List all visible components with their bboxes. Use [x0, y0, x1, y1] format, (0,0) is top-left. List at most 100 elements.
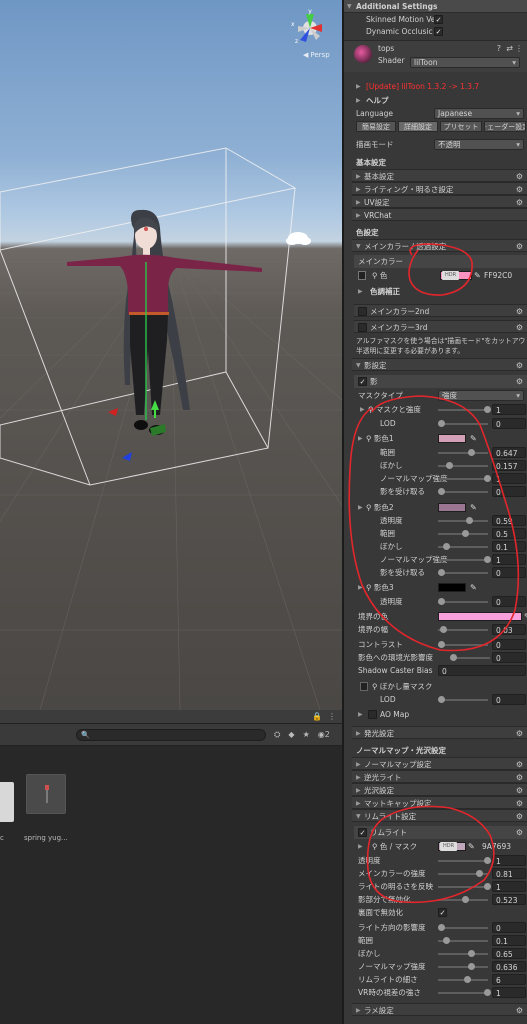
- section-normal-map[interactable]: ▶ ノーマルマップ設定 ⚙: [352, 757, 527, 770]
- help-icon[interactable]: ?: [497, 42, 501, 55]
- rim-thickness-field[interactable]: 6: [492, 974, 526, 985]
- menu-icon[interactable]: ⋮: [328, 712, 336, 721]
- section-main-color[interactable]: ▼ メインカラー / 透過設定 ⚙: [352, 239, 527, 252]
- shadow3-swatch[interactable]: [438, 583, 466, 592]
- additional-settings-header[interactable]: ▼ Additional Settings: [344, 0, 527, 13]
- orientation-gizmo[interactable]: y x z: [286, 6, 334, 54]
- rim-light-bright-slider[interactable]: [438, 883, 491, 890]
- border-width-slider[interactable]: [438, 626, 488, 633]
- env-shadow-field[interactable]: 0: [492, 652, 526, 663]
- shadow-checkbox[interactable]: ✓: [358, 377, 367, 386]
- color-correction-row[interactable]: ▶ 色調補正: [354, 285, 527, 298]
- gear-icon[interactable]: ⚙: [516, 240, 523, 253]
- receive1-slider[interactable]: [438, 488, 488, 495]
- mask-type-dropdown[interactable]: 強度: [438, 390, 524, 401]
- caster-bias-field[interactable]: 0: [438, 665, 526, 676]
- rim-light-dir-field[interactable]: 0: [492, 922, 526, 933]
- gear-icon[interactable]: ⚙: [516, 727, 523, 740]
- rim-range-slider[interactable]: [438, 937, 488, 944]
- shadow1-swatch[interactable]: [438, 434, 466, 443]
- eyedropper-icon[interactable]: ✎: [470, 581, 477, 594]
- eyedropper-icon[interactable]: ✎: [470, 501, 477, 514]
- section-shadow[interactable]: ▼ 影設定 ⚙: [352, 358, 527, 371]
- opacity2-field[interactable]: 0.59: [492, 515, 526, 526]
- asset-thumbnail-white[interactable]: [0, 782, 14, 822]
- opacity3-field[interactable]: 0: [492, 596, 526, 607]
- skinned-motion-checkbox[interactable]: ✓: [434, 15, 443, 24]
- normal2-slider[interactable]: [438, 556, 491, 563]
- ao-map-row[interactable]: ▶ AO Map: [354, 708, 527, 721]
- range1-slider[interactable]: [438, 449, 488, 456]
- rim-blur-slider[interactable]: [438, 950, 488, 957]
- mask-strength-field[interactable]: 1: [492, 404, 526, 415]
- border-width-field[interactable]: 0.03: [492, 624, 526, 635]
- rim-shadow-disable-field[interactable]: 0.523: [492, 894, 526, 905]
- dynamic-occlusion-checkbox[interactable]: ✓: [434, 27, 443, 36]
- rim-main-strength-slider[interactable]: [438, 870, 488, 877]
- section-glitter[interactable]: ▶ ラメ設定 ⚙: [352, 1003, 527, 1016]
- section-basic[interactable]: ▶ 基本設定 ⚙: [352, 169, 527, 182]
- opacity2-slider[interactable]: [438, 517, 488, 524]
- blur-lod-slider[interactable]: [438, 696, 488, 703]
- border-color-swatch[interactable]: [438, 612, 522, 621]
- rim-vr-field[interactable]: 1: [492, 987, 526, 998]
- rim-light-bright-field[interactable]: 1: [492, 881, 526, 892]
- gear-icon[interactable]: ⚙: [516, 1004, 523, 1017]
- filter-type-icon[interactable]: ⛭: [274, 730, 280, 740]
- gear-icon[interactable]: ⚙: [516, 810, 523, 823]
- render-mode-dropdown[interactable]: 不透明: [434, 139, 524, 150]
- normal1-field[interactable]: 1: [492, 473, 526, 484]
- more-icon[interactable]: ⋮: [515, 42, 523, 55]
- gear-icon[interactable]: ⚙: [516, 305, 523, 318]
- normal2-field[interactable]: 1: [492, 554, 526, 565]
- rim-main-strength-field[interactable]: 0.81: [492, 868, 526, 879]
- persp-label[interactable]: ◀ Persp: [303, 51, 330, 59]
- main-2nd-checkbox[interactable]: [358, 307, 367, 316]
- rim-shadow-disable-slider[interactable]: [438, 896, 488, 903]
- lock-icon[interactable]: 🔒: [312, 712, 322, 721]
- asset-thumbnail-spring[interactable]: [26, 774, 66, 814]
- receive2-field[interactable]: 0: [492, 567, 526, 578]
- language-dropdown[interactable]: Japanese: [434, 108, 524, 119]
- rim-thickness-slider[interactable]: [438, 976, 488, 983]
- section-backlight[interactable]: ▶ 逆光ライト ⚙: [352, 770, 527, 783]
- rim-vr-slider[interactable]: [438, 989, 491, 996]
- eyedropper-icon[interactable]: ✎: [468, 840, 475, 853]
- lod-field[interactable]: 0: [492, 418, 526, 429]
- tab-advanced[interactable]: 詳細設定: [398, 121, 438, 132]
- contrast-field[interactable]: 0: [492, 639, 526, 650]
- blur-lod-field[interactable]: 0: [492, 694, 526, 705]
- contrast-slider[interactable]: [438, 641, 488, 648]
- shadow2-swatch[interactable]: [438, 503, 466, 512]
- receive1-field[interactable]: 0: [492, 486, 526, 497]
- rim-opacity-slider[interactable]: [438, 857, 491, 864]
- eyedropper-icon[interactable]: ✎: [474, 269, 481, 282]
- range2-field[interactable]: 0.5: [492, 528, 526, 539]
- update-row[interactable]: ▶ [Update] lilToon 1.3.2 -> 1.3.7: [344, 80, 527, 93]
- main-3rd-checkbox[interactable]: [358, 323, 367, 332]
- tab-presets[interactable]: プリセット: [440, 121, 482, 132]
- ao-map-checkbox[interactable]: [368, 710, 377, 719]
- gear-icon[interactable]: ⚙: [516, 359, 523, 372]
- section-main-3rd[interactable]: メインカラー3rd ⚙: [354, 320, 527, 333]
- section-gloss[interactable]: ▶ 光沢設定 ⚙: [352, 783, 527, 796]
- eyedropper-icon[interactable]: ✎: [470, 432, 477, 445]
- range1-field[interactable]: 0.647: [492, 447, 526, 458]
- eye-icon[interactable]: ◉2: [318, 730, 330, 739]
- search-input[interactable]: 🔍: [76, 728, 266, 741]
- rim-blur-field[interactable]: 0.65: [492, 948, 526, 959]
- rim-range-field[interactable]: 0.1: [492, 935, 526, 946]
- gear-icon[interactable]: ⚙: [516, 375, 523, 388]
- preset-icon[interactable]: ⇄: [506, 42, 513, 55]
- env-shadow-slider[interactable]: [450, 654, 490, 661]
- normal1-slider[interactable]: [438, 475, 491, 482]
- scene-view[interactable]: y x z ◀ Persp: [0, 0, 342, 710]
- blur1-slider[interactable]: [438, 462, 488, 469]
- section-main-2nd[interactable]: メインカラー2nd ⚙: [354, 304, 527, 317]
- section-rimlight[interactable]: ▼ リムライト設定 ⚙: [352, 809, 527, 822]
- texture-slot-icon[interactable]: [360, 682, 368, 691]
- section-matcap[interactable]: ▶ マットキャップ設定 ⚙: [352, 796, 527, 809]
- help-row[interactable]: ▶ ヘルプ: [344, 94, 527, 107]
- blur1-field[interactable]: 0.157: [492, 460, 526, 471]
- receive2-slider[interactable]: [438, 569, 488, 576]
